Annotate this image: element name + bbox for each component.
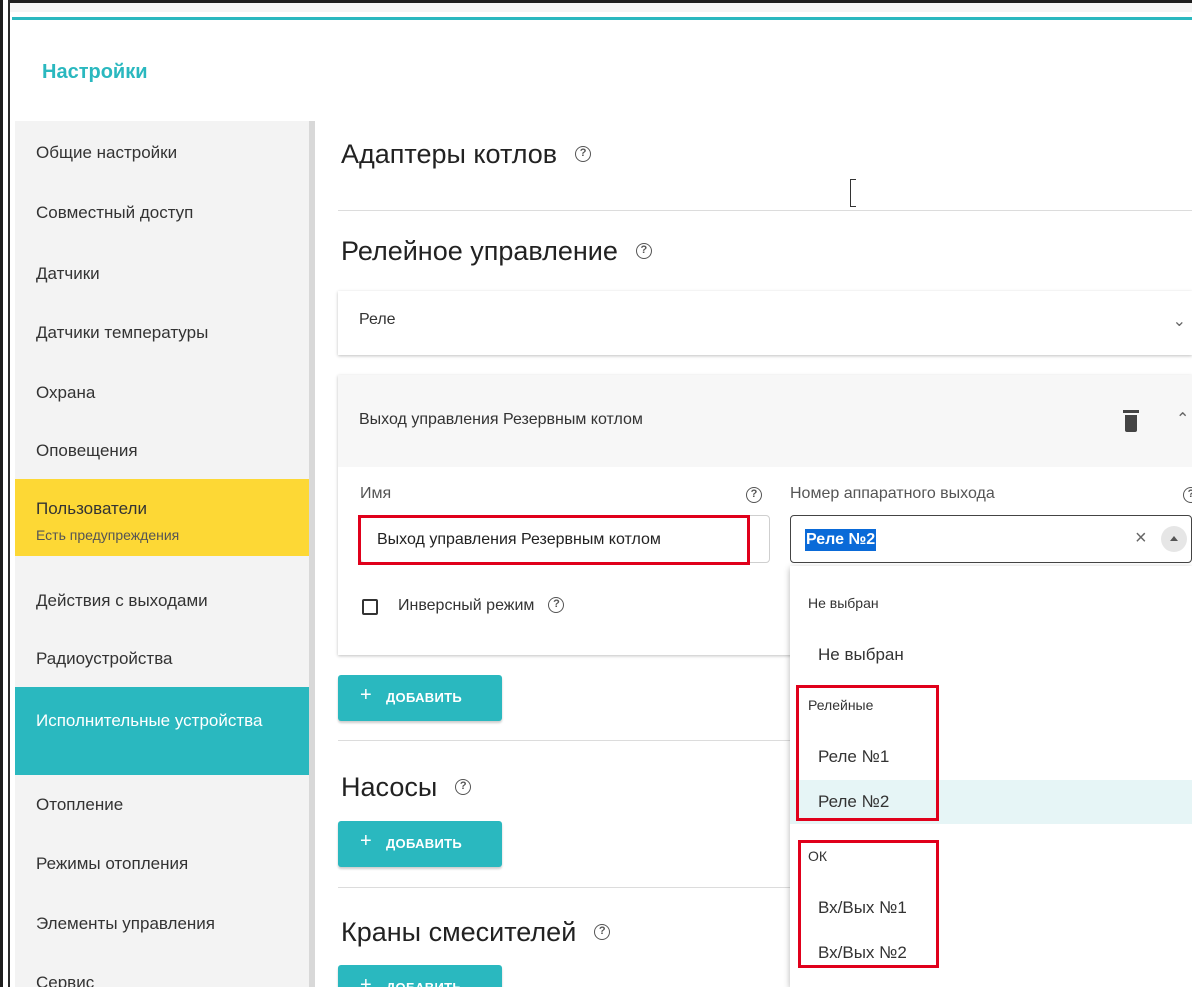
close-icon[interactable]: × — [1135, 527, 1147, 550]
hw-output-dropdown: Не выбран Не выбран Релейные Реле №1 Рел… — [790, 566, 1192, 987]
header-accent-bar — [12, 17, 1192, 20]
sidebar-item-general[interactable]: Общие настройки — [15, 143, 309, 163]
dropdown-option[interactable]: Не выбран — [790, 633, 1192, 677]
sidebar-item-notifications[interactable]: Оповещения — [15, 441, 309, 461]
option-label: Реле №1 — [818, 747, 890, 766]
sidebar-item-users[interactable]: Пользователи Есть предупреждения — [15, 479, 309, 556]
dropdown-group-header: Релейные — [808, 697, 874, 713]
frame-border — [0, 0, 1192, 3]
sidebar-item-label: Исполнительные устройства — [36, 711, 263, 730]
sidebar-item-temperature-sensors[interactable]: Датчики температуры — [15, 323, 309, 343]
dropdown-group-header: ОК — [808, 848, 828, 864]
option-label: Вх/Вых №2 — [818, 943, 907, 962]
divider — [338, 210, 1192, 211]
help-circle-icon[interactable]: ? — [575, 145, 592, 162]
chevron-down-icon[interactable]: ⌄ — [1173, 311, 1186, 331]
cursor-indicator — [850, 179, 856, 207]
help-circle-icon[interactable]: ? — [594, 923, 611, 940]
hw-output-value: Реле №2 — [805, 529, 877, 551]
help-circle-icon[interactable]: ? — [746, 487, 762, 503]
frame-border — [0, 0, 3, 987]
boiler-adapters-section: Адаптеры котлов? — [341, 139, 592, 170]
sidebar-item-actuators[interactable]: Исполнительные устройства — [15, 687, 309, 775]
dropdown-option[interactable]: Вх/Вых №2 — [790, 931, 1192, 975]
dropdown-option-selected[interactable]: Реле №2 — [790, 780, 1192, 824]
sidebar-item-radio-devices[interactable]: Радиоустройства — [15, 649, 309, 669]
plus-icon: + — [360, 684, 372, 706]
sidebar-item-security[interactable]: Охрана — [15, 383, 309, 403]
chevron-up-icon[interactable]: ⌃ — [1176, 409, 1189, 429]
trash-icon[interactable] — [1123, 410, 1139, 432]
warning-text: Есть предупреждения — [36, 527, 180, 543]
settings-sidebar: Общие настройки Совместный доступ Датчик… — [15, 121, 315, 987]
add-pump-button[interactable]: + ДОБАВИТЬ — [338, 821, 502, 867]
name-field-value: Выход управления Резервным котлом — [377, 531, 661, 548]
sidebar-item-sensors[interactable]: Датчики — [15, 264, 309, 284]
settings-header: Настройки — [12, 17, 1192, 121]
sidebar-item-label: Пользователи — [36, 499, 147, 518]
sidebar-item-service[interactable]: Сервис — [15, 973, 309, 987]
add-relay-button[interactable]: + ДОБАВИТЬ — [338, 675, 502, 721]
sidebar-item-output-actions[interactable]: Действия с выходами — [15, 591, 309, 611]
hw-output-field-label: Номер аппаратного выхода — [790, 485, 995, 502]
sidebar-item-heating[interactable]: Отопление — [15, 795, 309, 815]
help-circle-icon[interactable]: ? — [548, 596, 565, 613]
pumps-section: Насосы? — [341, 772, 472, 803]
help-circle-icon[interactable]: ? — [455, 778, 472, 795]
inverse-mode-checkbox[interactable] — [362, 599, 378, 615]
name-field[interactable]: Выход управления Резервным котлом — [360, 515, 770, 563]
option-label: Не выбран — [818, 645, 904, 664]
page-title: Настройки — [42, 61, 148, 83]
dropdown-option[interactable]: Вх/Вых №1 — [790, 886, 1192, 930]
add-button-label: ДОБАВИТЬ — [386, 980, 462, 987]
help-circle-icon[interactable]: ? — [1183, 487, 1192, 503]
window-frame-top — [0, 0, 1192, 12]
section-title: Адаптеры котлов — [341, 139, 558, 169]
relay-type-select[interactable]: Реле ⌄ — [338, 291, 1192, 355]
window-frame-left — [0, 0, 10, 987]
plus-icon: + — [360, 974, 372, 987]
relay-control-section: Релейное управление? — [341, 236, 652, 267]
add-mixer-button[interactable]: + ДОБАВИТЬ — [338, 965, 502, 987]
inverse-mode-text: Инверсный режим — [398, 597, 535, 614]
section-title: Краны смесителей — [341, 917, 577, 947]
sidebar-item-heating-modes[interactable]: Режимы отопления — [15, 854, 309, 874]
dropdown-option[interactable]: Реле №1 — [790, 735, 1192, 779]
name-field-label: Имя — [360, 485, 392, 502]
section-title: Насосы — [341, 772, 438, 802]
mixers-section: Краны смесителей? — [341, 917, 611, 948]
inverse-mode-label: Инверсный режим? — [398, 596, 565, 615]
dropdown-group-header: Не выбран — [808, 595, 879, 611]
sidebar-item-controls[interactable]: Элементы управления — [15, 914, 309, 934]
hw-output-select[interactable]: Реле №2 × — [790, 515, 1192, 563]
plus-icon: + — [360, 830, 372, 852]
section-title: Релейное управление — [341, 236, 618, 266]
add-button-label: ДОБАВИТЬ — [386, 690, 463, 705]
add-button-label: ДОБАВИТЬ — [386, 836, 463, 851]
relay-type-label: Реле — [359, 311, 396, 328]
output-card-header[interactable]: Выход управления Резервным котлом ⌃ — [338, 375, 1192, 467]
chevron-up-icon[interactable] — [1161, 526, 1187, 552]
sidebar-item-shared-access[interactable]: Совместный доступ — [15, 203, 309, 223]
help-circle-icon[interactable]: ? — [635, 242, 652, 259]
option-label: Вх/Вых №1 — [818, 898, 907, 917]
output-card-title: Выход управления Резервным котлом — [359, 411, 643, 428]
option-label: Реле №2 — [818, 792, 890, 811]
